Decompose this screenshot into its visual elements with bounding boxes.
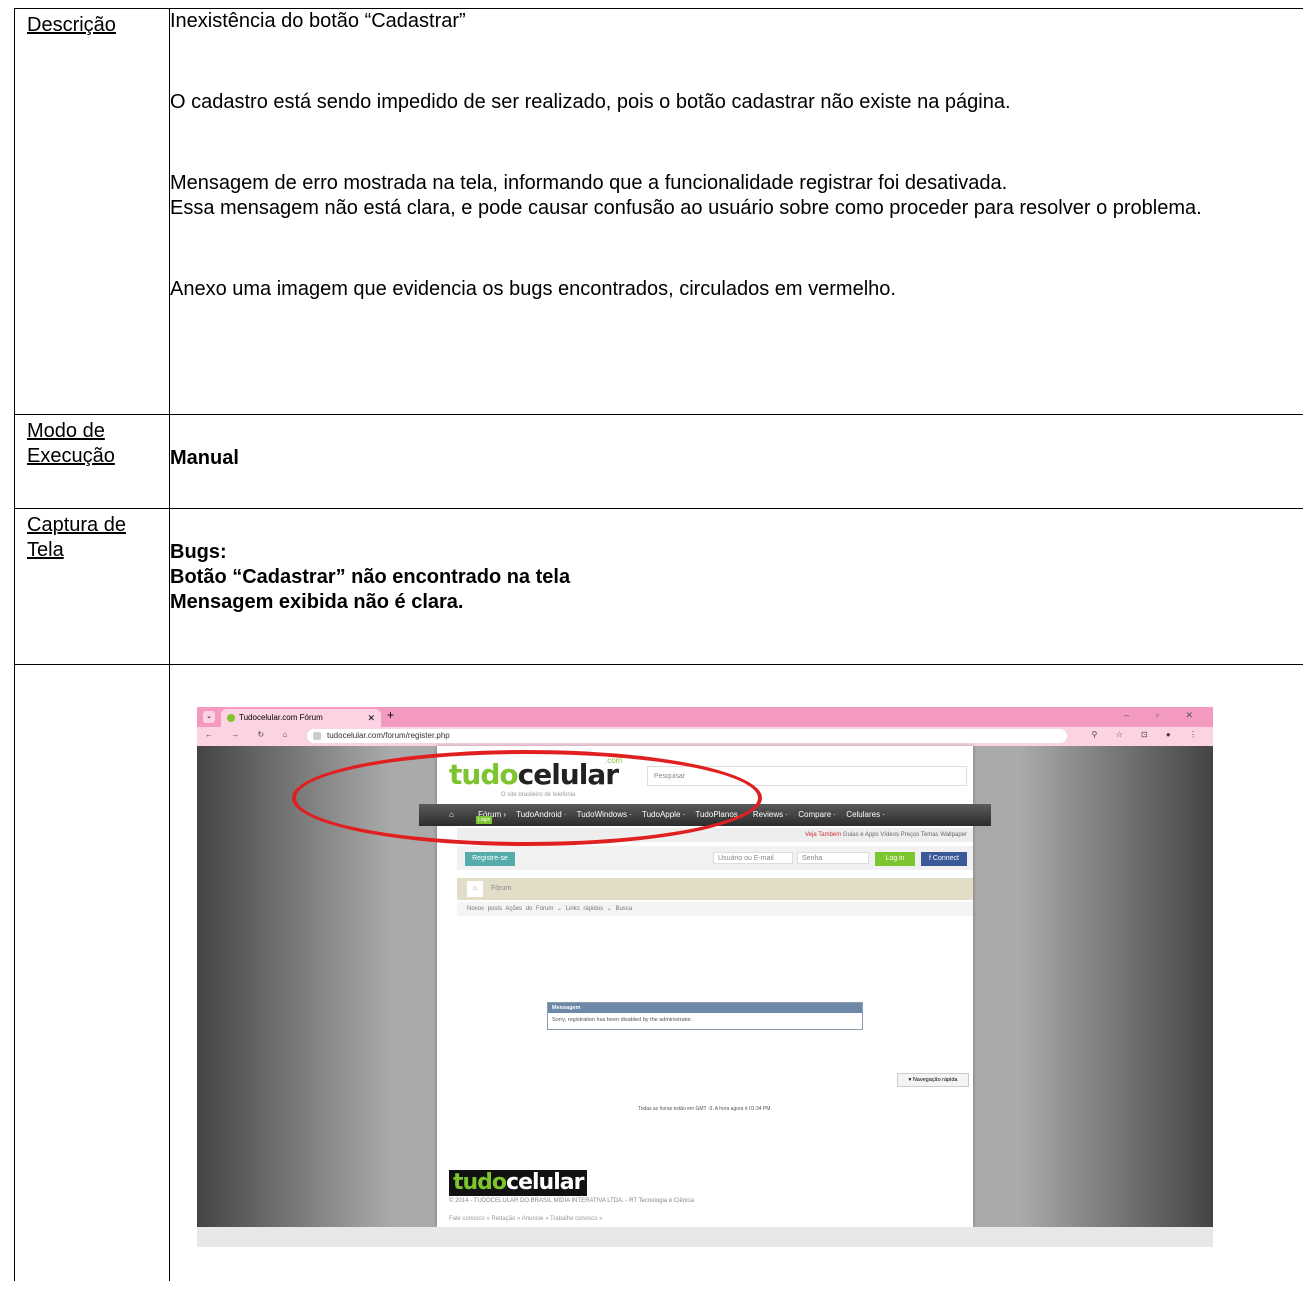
breadcrumb: ⌂ Fórum <box>457 878 973 900</box>
window-controls-icon: – ▫ ✕ <box>1124 710 1205 720</box>
desc-paragraph-3b: Essa mensagem não está clara, e pode cau… <box>170 197 1202 219</box>
breadcrumb-home-icon: ⌂ <box>467 881 483 897</box>
row-modo-execucao: Modo de Execução Manual <box>14 414 1303 509</box>
facebook-connect-button: f Connect <box>921 852 967 866</box>
new-tab-icon: + <box>387 708 395 722</box>
favicon-icon <box>227 713 235 722</box>
row-captura-tela: Captura de Tela Bugs: Botão “Cadastrar” n… <box>14 508 1303 665</box>
quick-nav-button: ▾ Navegação rápida <box>897 1073 969 1087</box>
desc-paragraph-4: Anexo uma imagem que evidencia os bugs e… <box>170 278 896 300</box>
username-field: Usuário ou E-mail <box>713 852 793 864</box>
label-descricao: Descrição <box>27 14 116 36</box>
label-modo: Modo de Execução <box>27 420 115 467</box>
browser-tab: Tudocelular.com Fórum ✕ <box>221 709 381 727</box>
label-cell-modo: Modo de Execução <box>14 414 170 509</box>
browser-tabbar: ⌄ Tudocelular.com Fórum ✕ + – ▫ ✕ <box>197 707 1213 727</box>
tab-list-icon: ⌄ <box>203 711 215 723</box>
nav-arrows-icon: ← → ↻ ⌂ <box>205 730 296 739</box>
label-captura: Captura de Tela <box>27 514 126 561</box>
footer-links: Fale conosco » Redação » Anuncie » Traba… <box>449 1216 603 1222</box>
message-body: Sorry, registration has been disabled by… <box>552 1017 693 1023</box>
error-message-box: Mensagem Sorry, registration has been di… <box>547 1002 863 1030</box>
close-tab-icon: ✕ <box>367 713 375 723</box>
browser-actions-icon: ⚲ ☆ ⊡ ● ⋮ <box>1091 730 1205 739</box>
bottom-strip <box>197 1227 1213 1247</box>
row-descricao: Descrição Inexistência do botão “Cadastr… <box>14 8 1303 415</box>
bug-item-1: Botão “Cadastrar” não encontrado na tela <box>170 566 571 588</box>
footer-logo: tudocelular <box>449 1170 588 1196</box>
forum-subtabs: Novos posts Ações do Fórum ⌄ Links rápid… <box>457 902 973 916</box>
footer-copyright: © 2014 - TUDOCELULAR DO BRASIL MIDIA INT… <box>449 1198 694 1204</box>
desc-paragraph-3a: Mensagem de erro mostrada na tela, infor… <box>170 172 1008 194</box>
modo-value: Manual <box>170 447 239 469</box>
bug-item-2: Mensagem exibida não é clara. <box>170 591 464 613</box>
value-cell-descricao: Inexistência do botão “Cadastrar” O cada… <box>169 8 1303 415</box>
password-field: Senha <box>797 852 869 864</box>
login-button: Log in <box>875 852 915 866</box>
site-settings-icon <box>313 732 321 740</box>
message-title: Mensagem <box>548 1003 862 1013</box>
desc-title: Inexistência do botão “Cadastrar” <box>170 10 466 32</box>
register-button: Registre-se <box>465 852 515 866</box>
login-bar: Registre-se Usuário ou E-mail Senha Log … <box>457 846 973 870</box>
browser-addressbar: ← → ↻ ⌂ tudocelular.com/forum/register.p… <box>197 727 1213 746</box>
label-cell-captura: Captura de Tela <box>14 508 170 665</box>
value-cell-modo: Manual <box>169 414 1303 509</box>
time-info: Todas as horas estão em GMT -3. A hora a… <box>638 1106 772 1112</box>
label-cell-descricao: Descrição <box>14 8 170 415</box>
label-cell-empty <box>14 664 170 1281</box>
desc-paragraph-2: O cadastro está sendo impedido de ser re… <box>170 91 1011 113</box>
value-cell-captura: Bugs: Botão “Cadastrar” não encontrado n… <box>169 508 1303 665</box>
url-bar: tudocelular.com/forum/register.php <box>307 729 1067 743</box>
bugs-heading: Bugs: <box>170 541 227 563</box>
red-annotation-circle <box>292 750 762 846</box>
